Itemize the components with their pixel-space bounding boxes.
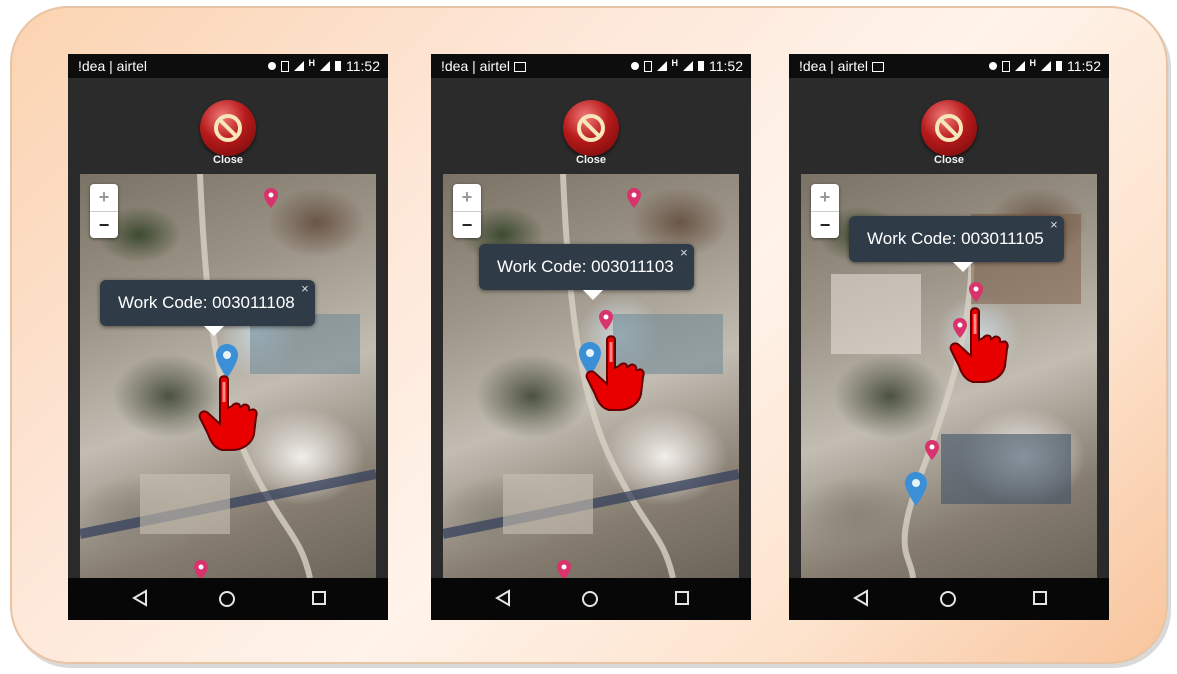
- recent-apps-icon[interactable]: [310, 589, 328, 607]
- top-bar: Close: [789, 78, 1109, 174]
- carrier-label: !dea | airtel: [799, 58, 869, 74]
- close-label: Close: [576, 154, 606, 166]
- close-label: Close: [934, 154, 964, 166]
- popup-close-icon[interactable]: ×: [680, 230, 688, 276]
- satellite-map[interactable]: + − Work Code: 003011105 ×: [801, 174, 1097, 578]
- carrier-group: !dea | airtel: [799, 58, 885, 74]
- signal-icon: [1014, 61, 1025, 71]
- pink-marker-icon[interactable]: [194, 560, 208, 578]
- status-bar: !dea | airtel H 11:52: [431, 54, 751, 78]
- recent-apps-icon[interactable]: [673, 589, 691, 607]
- vibrate-icon: [643, 60, 652, 72]
- home-icon[interactable]: [938, 589, 958, 609]
- no-entry-icon: [577, 114, 605, 142]
- status-bar: !dea | airtel H 11:52: [789, 54, 1109, 78]
- signal-icon: [293, 61, 304, 71]
- h-signal-icon: H: [308, 58, 316, 68]
- signal-icon: [683, 61, 693, 71]
- zoom-in-button[interactable]: +: [453, 184, 481, 212]
- phone-screen-2: !dea | airtel H 11:52 Close + − Work Cod…: [431, 54, 751, 620]
- back-icon[interactable]: [132, 589, 148, 607]
- home-icon[interactable]: [217, 589, 237, 609]
- pointing-hand-icon: [585, 335, 645, 411]
- pink-marker-icon[interactable]: [599, 310, 613, 330]
- popup-tail: [204, 326, 224, 336]
- pink-marker-icon[interactable]: [557, 560, 571, 578]
- image-notification-icon: [872, 62, 885, 73]
- zoom-in-button[interactable]: +: [811, 184, 839, 212]
- top-bar: Close: [431, 78, 751, 174]
- work-code-popup: Work Code: 003011108 ×: [100, 280, 315, 336]
- close-button[interactable]: [563, 100, 619, 156]
- battery-icon: [1056, 61, 1062, 71]
- recent-apps-icon[interactable]: [1031, 589, 1049, 607]
- back-icon[interactable]: [495, 589, 511, 607]
- no-entry-icon: [935, 114, 963, 142]
- pointing-hand-icon: [198, 375, 258, 451]
- location-icon: [988, 62, 997, 70]
- popup-close-icon[interactable]: ×: [301, 266, 309, 312]
- pink-marker-icon[interactable]: [925, 440, 939, 460]
- top-bar: Close: [68, 78, 388, 174]
- zoom-in-button[interactable]: +: [90, 184, 118, 212]
- zoom-control: + −: [90, 184, 118, 238]
- zoom-control: + −: [811, 184, 839, 238]
- work-code-popup: Work Code: 003011103 ×: [479, 244, 694, 300]
- clock: 11:52: [346, 58, 380, 74]
- location-icon: [267, 62, 276, 70]
- zoom-out-button[interactable]: −: [453, 212, 481, 239]
- battery-icon: [698, 61, 704, 71]
- vibrate-icon: [280, 60, 289, 72]
- zoom-control: + −: [453, 184, 481, 238]
- satellite-map[interactable]: + − Work Code: 003011103 ×: [443, 174, 739, 578]
- work-code-text: Work Code: 003011108: [118, 293, 295, 312]
- popup-tail: [583, 290, 603, 300]
- signal-icon: [1041, 61, 1051, 71]
- phone-screen-1: !dea | airtel H 11:52 Close + − Work Cod…: [68, 54, 388, 620]
- h-signal-icon: H: [1029, 58, 1037, 68]
- carrier-group: !dea | airtel: [441, 58, 527, 74]
- work-code-text: Work Code: 003011105: [867, 229, 1044, 248]
- back-icon[interactable]: [853, 589, 869, 607]
- battery-icon: [335, 61, 341, 71]
- location-icon: [630, 62, 639, 70]
- zoom-out-button[interactable]: −: [811, 212, 839, 239]
- status-bar: !dea | airtel H 11:52: [68, 54, 388, 78]
- h-signal-icon: H: [671, 58, 679, 68]
- close-label: Close: [213, 154, 243, 166]
- pointing-hand-icon: [949, 307, 1009, 383]
- pink-marker-icon[interactable]: [627, 188, 641, 208]
- popup-tail: [953, 262, 973, 272]
- satellite-map[interactable]: + − Work Code: 003011108 ×: [80, 174, 376, 578]
- work-code-text: Work Code: 003011103: [497, 257, 674, 276]
- android-nav-bar: [68, 578, 388, 620]
- android-nav-bar: [789, 578, 1109, 620]
- zoom-out-button[interactable]: −: [90, 212, 118, 239]
- android-nav-bar: [431, 578, 751, 620]
- carrier-label: !dea | airtel: [441, 58, 511, 74]
- clock: 11:52: [709, 58, 743, 74]
- no-entry-icon: [214, 114, 242, 142]
- signal-icon: [656, 61, 667, 71]
- blue-marker-icon[interactable]: [905, 472, 927, 506]
- vibrate-icon: [1001, 60, 1010, 72]
- carrier-label: !dea | airtel: [78, 58, 148, 74]
- work-code-popup: Work Code: 003011105 ×: [849, 216, 1064, 272]
- close-button[interactable]: [200, 100, 256, 156]
- image-notification-icon: [514, 62, 527, 73]
- pink-marker-icon[interactable]: [264, 188, 278, 208]
- clock: 11:52: [1067, 58, 1101, 74]
- close-button[interactable]: [921, 100, 977, 156]
- signal-icon: [320, 61, 330, 71]
- phone-screen-3: !dea | airtel H 11:52 Close + − Work Cod…: [789, 54, 1109, 620]
- pink-marker-icon[interactable]: [969, 282, 983, 302]
- home-icon[interactable]: [580, 589, 600, 609]
- popup-close-icon[interactable]: ×: [1050, 202, 1058, 248]
